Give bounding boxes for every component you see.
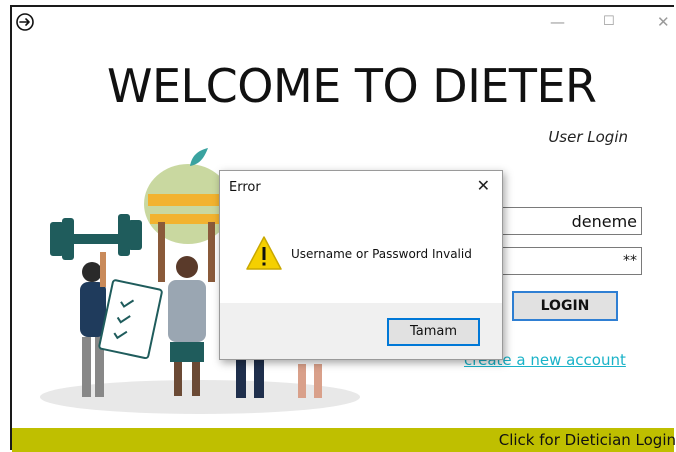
person-left [80,252,106,397]
error-dialog: Error ✕ Username or Password Invalid Tam… [219,170,503,360]
dialog-message: Username or Password Invalid [291,247,472,261]
dialog-footer: Tamam [220,303,502,359]
person-middle [158,222,215,396]
dumbbell-icon [50,214,142,260]
dialog-close-button[interactable]: ✕ [477,176,490,195]
maximize-button[interactable]: ☐ [603,13,615,31]
dietician-login-label[interactable]: Click for Dietician Login [499,431,676,449]
close-button[interactable]: ✕ [657,13,670,31]
username-input[interactable] [502,207,642,235]
page-title: WELCOME TO DIETER [107,59,597,113]
clipboard-icon [98,279,163,360]
login-button[interactable]: LOGIN [512,291,618,321]
dietician-login-bar[interactable]: Click for Dietician Login [12,428,676,452]
back-icon[interactable] [15,12,35,32]
ok-button[interactable]: Tamam [387,318,480,346]
password-input[interactable] [502,247,642,275]
page-subtitle: User Login [548,128,628,146]
warning-icon [246,236,282,270]
minimize-button[interactable]: — [550,13,565,31]
dialog-title: Error [229,180,261,195]
